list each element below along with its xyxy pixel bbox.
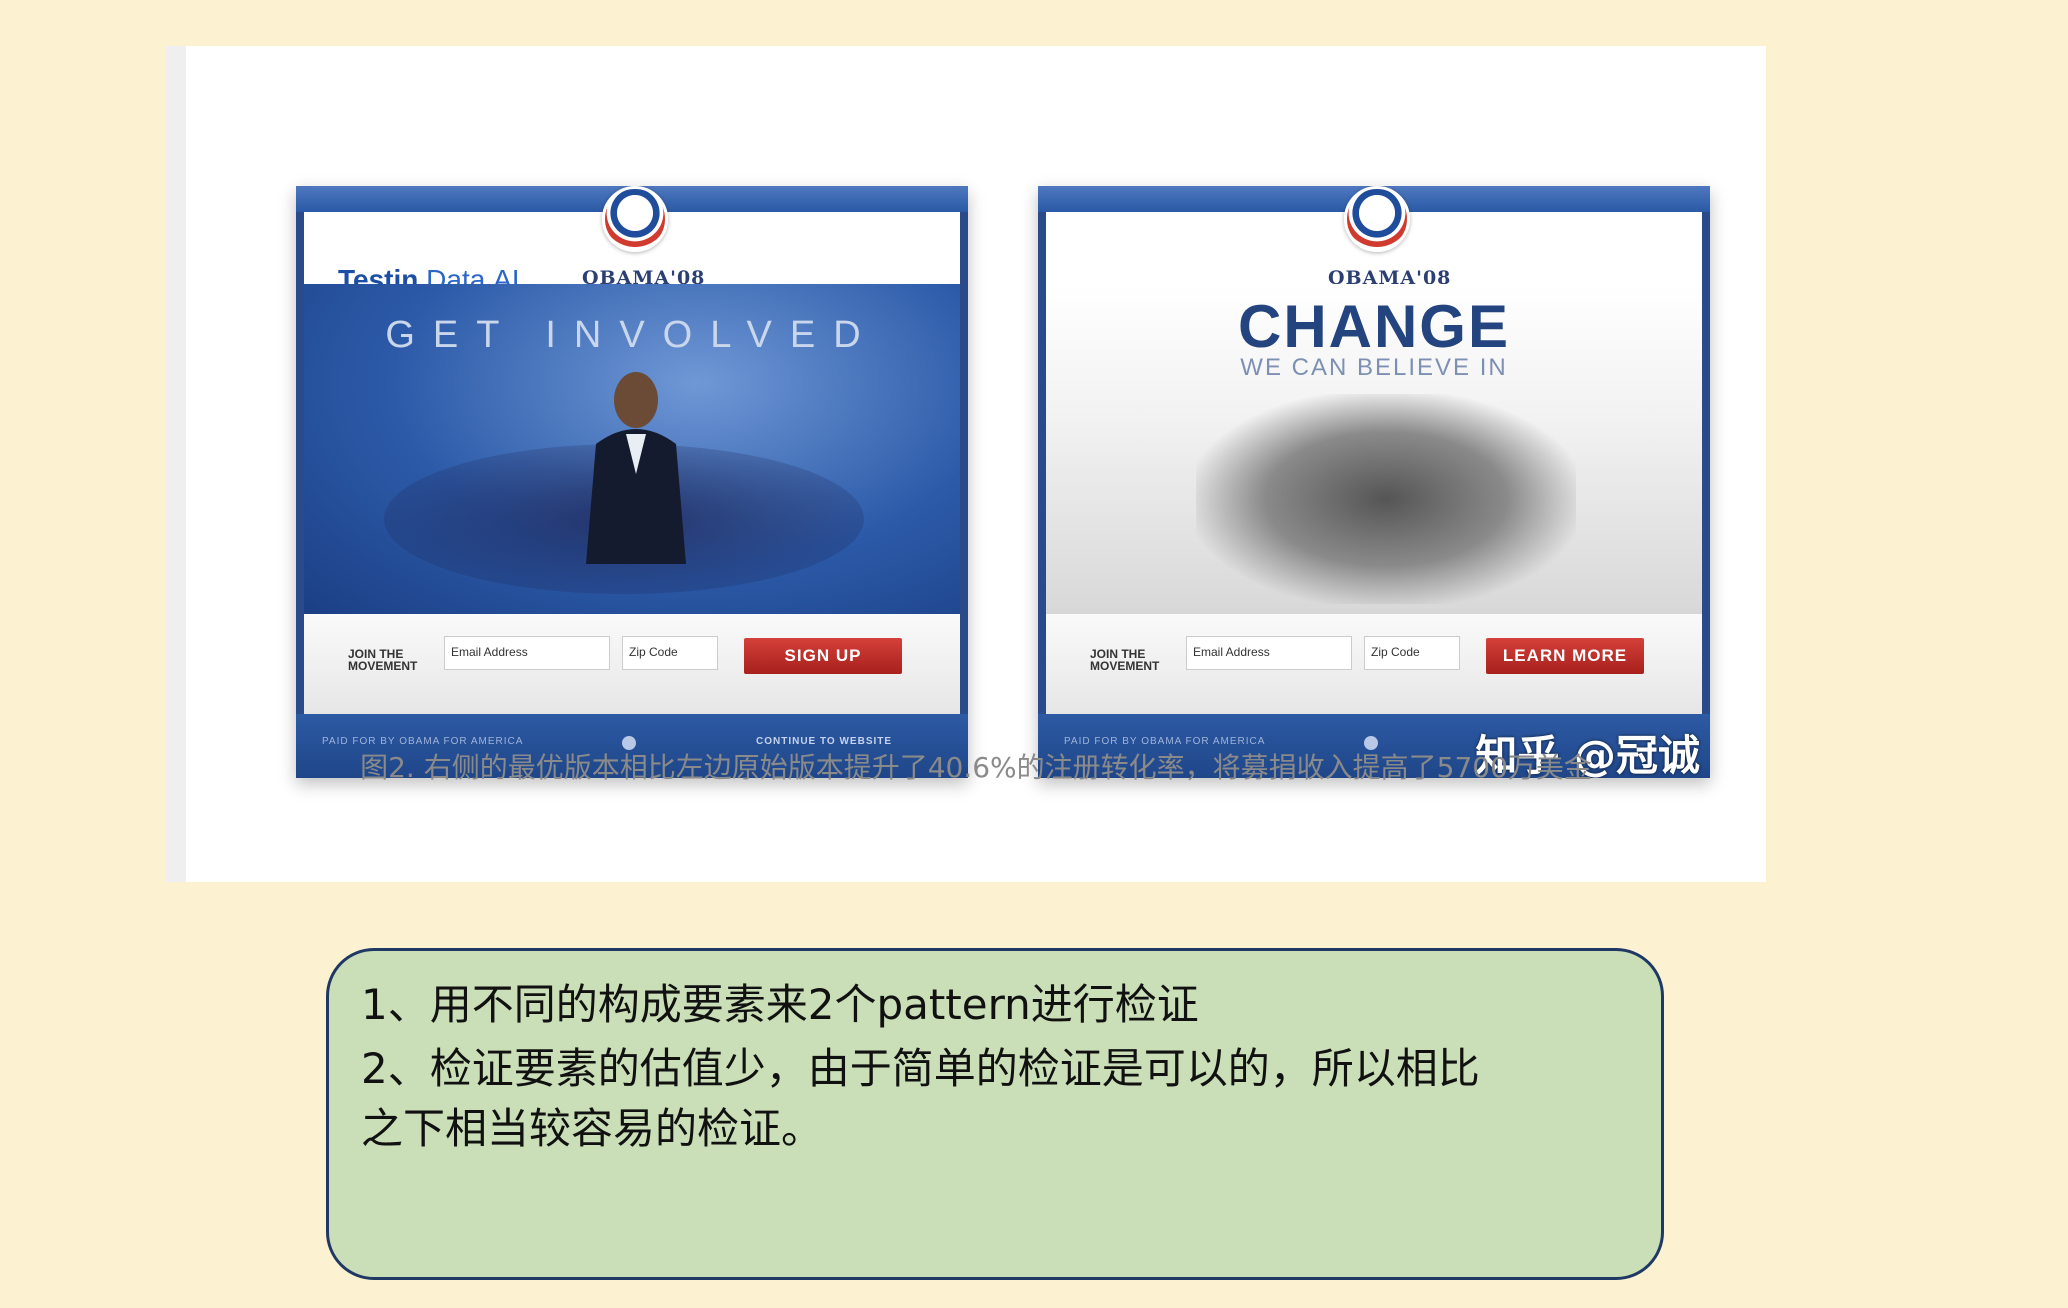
obama-seal-icon: [1344, 186, 1410, 252]
obama-seal-icon: [602, 186, 668, 252]
figure-caption: 图2. 右侧的最优版本相比左边原始版本提升了40.6%的注册转化率，将募捐收入提…: [360, 751, 1592, 784]
zip-field[interactable]: Zip Code: [1364, 636, 1460, 670]
top-strip: [0, 0, 2068, 48]
hero-image: GET INVOLVED: [304, 284, 960, 614]
email-field[interactable]: Email Address: [444, 636, 610, 670]
email-field[interactable]: Email Address: [1186, 636, 1352, 670]
join-label: JOIN THE MOVEMENT: [1090, 647, 1160, 673]
hero-image: CHANGE WE CAN BELIEVE IN: [1046, 284, 1702, 614]
note-box: 1、用不同的构成要素来2个pattern进行检证 2、检证要素的估值少，由于简单…: [326, 948, 1664, 1280]
hero-headline: GET INVOLVED: [385, 314, 879, 356]
zip-field[interactable]: Zip Code: [622, 636, 718, 670]
ab-test-figure: Testin Data.AI OBAMA'08 GET INVOLVED JOI…: [292, 134, 1712, 814]
note-line-3: 之下相当较容易的检证。: [361, 1104, 824, 1153]
note-line-2: 2、检证要素的估值少，由于简单的检证是可以的，所以相比: [361, 1044, 1480, 1093]
variant-optimized: OBAMA'08 CHANGE WE CAN BELIEVE IN JOIN T…: [1038, 186, 1710, 778]
hero-subheadline: WE CAN BELIEVE IN: [1240, 354, 1508, 381]
learn-more-button[interactable]: LEARN MORE: [1486, 638, 1644, 674]
note-line-1: 1、用不同的构成要素来2个pattern进行检证: [361, 980, 1199, 1029]
candidate-photo: [586, 372, 686, 564]
join-label: JOIN THE MOVEMENT: [348, 647, 418, 673]
variant-original: Testin Data.AI OBAMA'08 GET INVOLVED JOI…: [296, 186, 968, 778]
signup-form: JOIN THE MOVEMENT Email Address Zip Code…: [304, 614, 960, 714]
family-photo: [1196, 394, 1576, 604]
signup-form: JOIN THE MOVEMENT Email Address Zip Code…: [1046, 614, 1702, 714]
hero-headline: CHANGE: [1237, 293, 1510, 360]
sign-up-button[interactable]: SIGN UP: [744, 638, 902, 674]
article-card: Testin Data.AI OBAMA'08 GET INVOLVED JOI…: [166, 46, 1766, 882]
